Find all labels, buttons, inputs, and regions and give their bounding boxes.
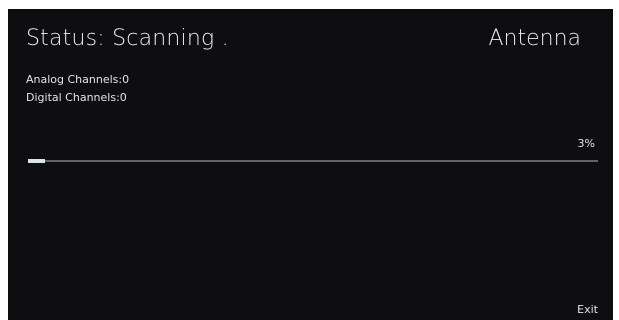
channel-scan-screen: Status: Scanning . Antenna Analog Channe… bbox=[8, 9, 613, 320]
analog-channel-count: Analog Channels:0 bbox=[26, 73, 130, 86]
scan-progress-bar bbox=[28, 159, 598, 163]
scan-progress-percent: 3% bbox=[577, 137, 595, 150]
scan-status-title: Status: Scanning . bbox=[26, 26, 229, 51]
exit-button[interactable]: Exit bbox=[577, 303, 598, 316]
scan-progress-fill bbox=[28, 159, 46, 163]
signal-source-label: Antenna bbox=[488, 26, 581, 51]
digital-channel-count: Digital Channels:0 bbox=[26, 91, 127, 104]
